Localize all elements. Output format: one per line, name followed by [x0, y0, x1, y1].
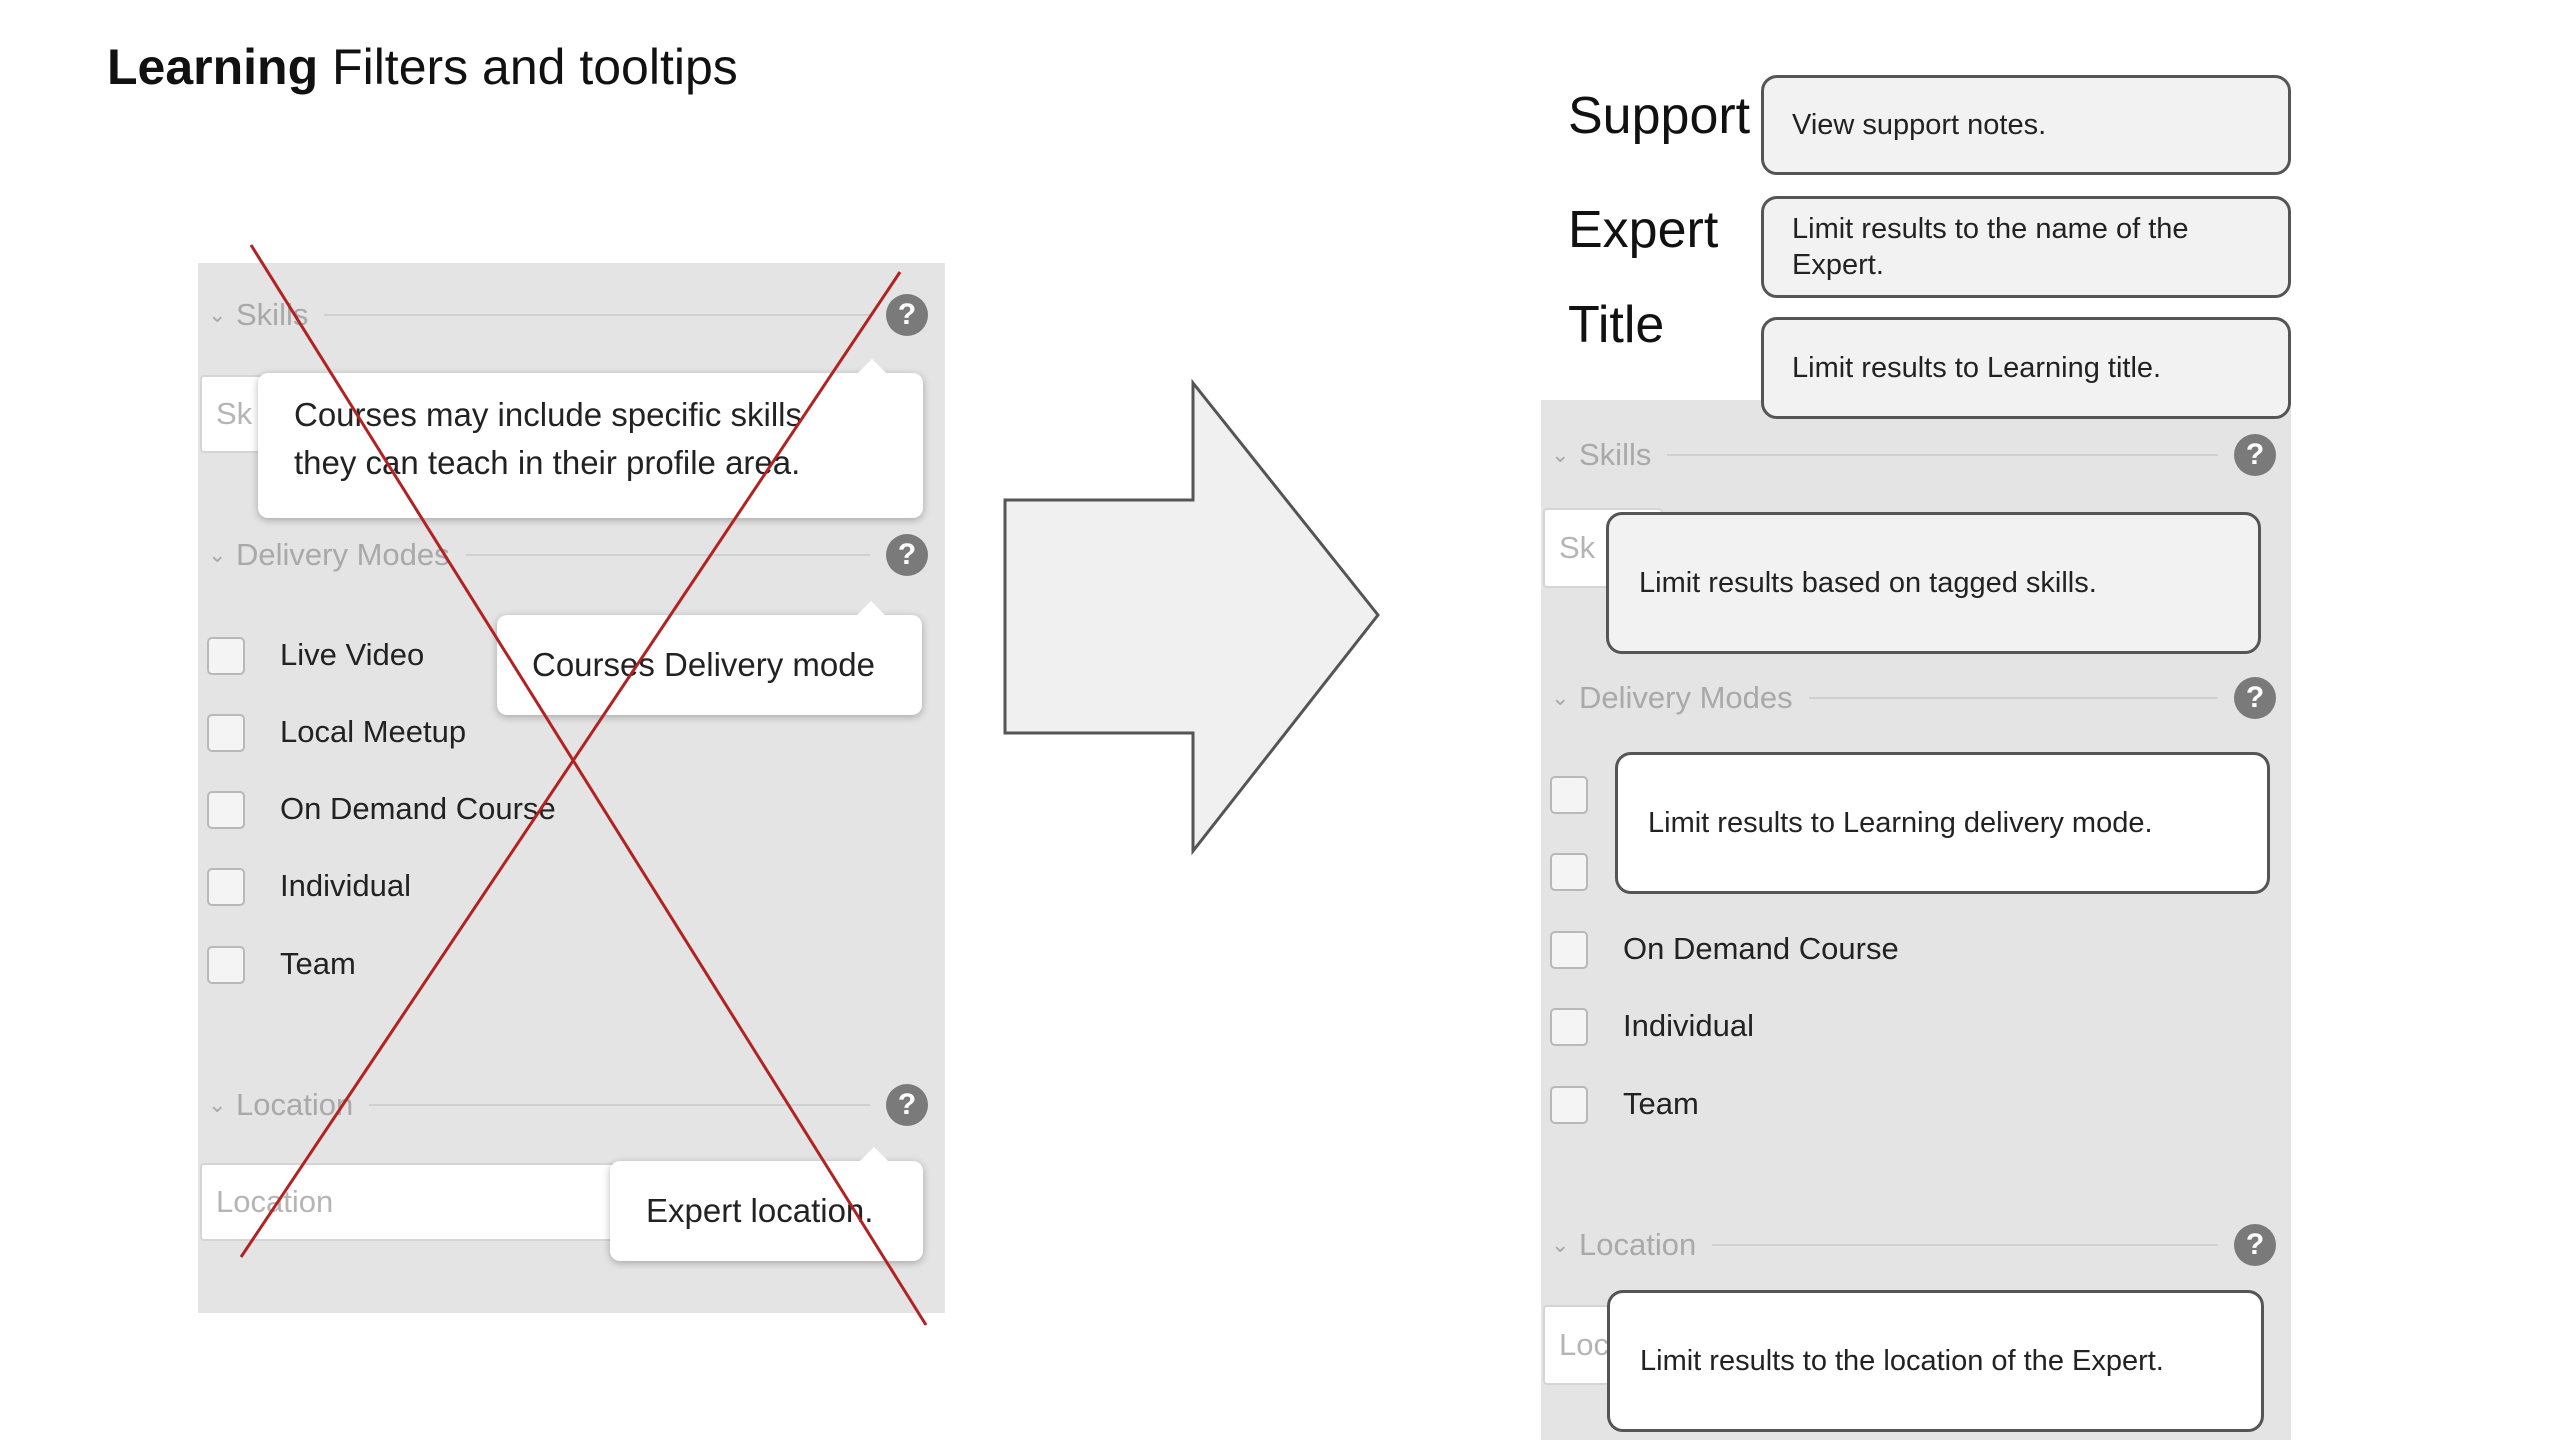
delivery-tooltip-text: Limit results to Learning delivery mode.: [1648, 807, 2153, 839]
skills-section-header[interactable]: ⌄ Skills ?: [1551, 434, 2276, 476]
checkbox-label: Team: [1623, 1086, 1699, 1121]
cross-line-2: [239, 271, 902, 1258]
location-label: Location: [1579, 1227, 1697, 1262]
skills-tooltip-text: Limit results based on tagged skills.: [1639, 567, 2097, 599]
checkbox-live-video[interactable]: [1550, 776, 1588, 814]
support-label: Support: [1568, 87, 1751, 145]
location-tooltip: Limit results to the location of the Exp…: [1607, 1290, 2264, 1432]
support-note: View support notes.: [1761, 75, 2291, 175]
location-tooltip-text: Limit results to the location of the Exp…: [1640, 1345, 2164, 1377]
checkbox-label: On Demand Course: [1623, 931, 1899, 966]
question-icon[interactable]: ?: [2234, 434, 2276, 476]
right-arrow-icon: [1003, 378, 1380, 856]
question-icon[interactable]: ?: [2234, 677, 2276, 719]
checkbox-team[interactable]: [1550, 1086, 1588, 1124]
checkbox-individual[interactable]: [1550, 1008, 1588, 1046]
expert-label: Expert: [1568, 201, 1719, 259]
question-icon[interactable]: ?: [2234, 1224, 2276, 1266]
cross-line-1: [249, 244, 928, 1326]
skills-label: Skills: [1579, 437, 1652, 472]
chevron-down-icon: ⌄: [1551, 685, 1570, 710]
section-divider: [1808, 697, 2218, 699]
title-label: Title: [1568, 296, 1665, 354]
section-divider: [1667, 454, 2218, 456]
chevron-down-icon: ⌄: [1551, 1232, 1570, 1257]
delivery-section-header[interactable]: ⌄ Delivery Modes ?: [1551, 677, 2276, 719]
checkbox-on-demand[interactable]: [1550, 931, 1588, 969]
title-note: Limit results to Learning title.: [1761, 317, 2291, 419]
section-divider: [1712, 1244, 2218, 1246]
skills-tooltip: Limit results based on tagged skills.: [1606, 512, 2261, 654]
checkbox-local-meetup[interactable]: [1550, 853, 1588, 891]
checkbox-label: Individual: [1623, 1008, 1754, 1043]
delivery-label: Delivery Modes: [1579, 680, 1793, 715]
delivery-tooltip: Limit results to Learning delivery mode.: [1615, 752, 2270, 894]
chevron-down-icon: ⌄: [1551, 442, 1570, 467]
location-section-header[interactable]: ⌄ Location ?: [1551, 1224, 2276, 1266]
expert-note: Limit results to the name of the Expert.: [1761, 196, 2291, 298]
right-filter-panel: ⌄ Skills ? Sk Limit results based on tag…: [1541, 400, 2291, 1440]
